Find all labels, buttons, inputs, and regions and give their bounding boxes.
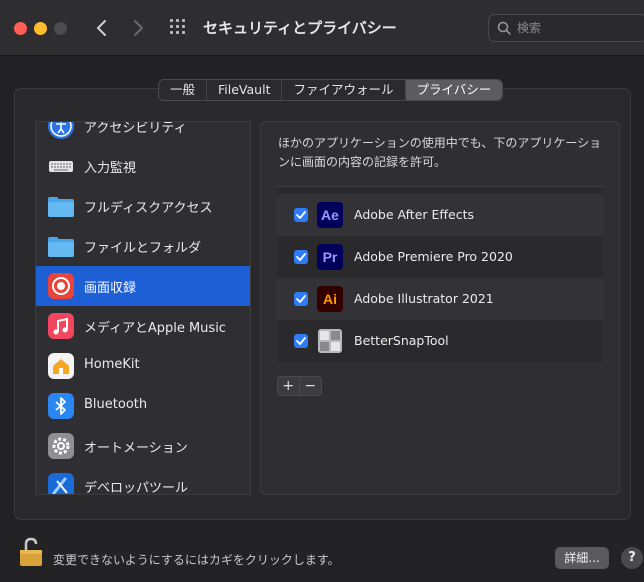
folder-icon	[48, 197, 74, 217]
help-button[interactable]: ?	[621, 547, 643, 569]
sidebar-item-full-disk-access[interactable]: フルディスクアクセス	[36, 186, 250, 226]
tab-firewall[interactable]: ファイアウォール	[282, 80, 406, 100]
folder-icon	[48, 237, 74, 257]
bettersnaptool-icon	[318, 329, 342, 353]
sidebar-item-label: デベロッパツール	[84, 481, 189, 495]
title-bar: セキュリティとプライバシー	[0, 0, 644, 56]
lock-instruction-text: 変更できないようにするにはカギをクリックします。	[53, 553, 340, 567]
sidebar-item-label: メディアとApple Music	[84, 321, 226, 336]
tab-privacy[interactable]: プライバシー	[405, 80, 503, 100]
sidebar-item-developer-tools[interactable]: デベロッパツール	[36, 466, 250, 495]
sidebar-item-homekit[interactable]: HomeKit	[36, 346, 250, 386]
remove-app-button[interactable]: −	[300, 377, 321, 395]
show-all-grid-button[interactable]	[170, 19, 189, 38]
bluetooth-icon	[48, 393, 74, 419]
app-name: Adobe Premiere Pro 2020	[354, 249, 513, 264]
back-button[interactable]	[91, 16, 113, 40]
close-window-button[interactable]	[14, 22, 27, 35]
premiere-pro-icon: Pr	[317, 244, 343, 270]
screen-record-icon	[48, 273, 74, 299]
illustrator-icon: Ai	[317, 286, 343, 312]
sidebar-item-files-and-folders[interactable]: ファイルとフォルダ	[36, 226, 250, 266]
sidebar-item-label: アクセシビリティ	[84, 121, 187, 136]
checkmark-icon	[296, 295, 306, 303]
permission-description: ほかのアプリケーションの使用中でも、下のアプリケーションに画面の内容の記録を許可…	[278, 136, 602, 169]
after-effects-icon: Ae	[317, 202, 343, 228]
accessibility-icon	[48, 122, 74, 139]
chevron-left-icon	[97, 20, 106, 36]
sidebar-item-media-apple-music[interactable]: メディアとApple Music	[36, 306, 250, 346]
search-input[interactable]	[517, 19, 637, 37]
sidebar-item-screen-recording[interactable]: 画面収録	[36, 266, 250, 306]
tab-filevault[interactable]: FileVault	[207, 80, 283, 100]
app-permission-checkbox[interactable]	[294, 250, 308, 264]
app-permission-list[interactable]: Ae Adobe After Effects Pr Adobe Premiere…	[277, 186, 603, 362]
add-remove-control: + −	[277, 376, 322, 396]
tab-general[interactable]: 一般	[159, 80, 208, 100]
home-icon	[48, 353, 74, 379]
minimize-window-button[interactable]	[34, 22, 47, 35]
zoom-window-button[interactable]	[54, 22, 67, 35]
add-app-button[interactable]: +	[278, 377, 300, 395]
app-name: BetterSnapTool	[354, 333, 449, 348]
privacy-category-list[interactable]: アクセシビリティ 入力監視 フルディスクアクセス ファイルとフォルダ 画面収録 …	[35, 121, 251, 495]
gear-icon	[48, 433, 74, 459]
app-permission-checkbox[interactable]	[294, 292, 308, 306]
sidebar-item-bluetooth[interactable]: Bluetooth	[36, 386, 250, 426]
xcode-icon	[48, 473, 74, 494]
details-button[interactable]: 詳細...	[555, 547, 609, 569]
sidebar-item-accessibility[interactable]: アクセシビリティ	[36, 121, 250, 146]
sidebar-item-label: 画面収録	[84, 281, 137, 296]
window-title: セキュリティとプライバシー	[203, 19, 397, 37]
checkmark-icon	[296, 337, 306, 345]
search-icon	[497, 21, 511, 35]
app-row[interactable]: Ai Adobe Illustrator 2021	[277, 278, 603, 320]
app-permission-checkbox[interactable]	[294, 334, 308, 348]
forward-button[interactable]	[127, 16, 149, 40]
sidebar-item-label: 入力監視	[84, 161, 137, 176]
chevron-right-icon	[134, 20, 143, 36]
sidebar-item-automation[interactable]: オートメーション	[36, 426, 250, 466]
keyboard-icon	[49, 161, 73, 172]
sidebar-item-label: ファイルとフォルダ	[84, 241, 202, 256]
app-name: Adobe After Effects	[354, 207, 474, 222]
checkmark-icon	[296, 253, 306, 261]
app-name: Adobe Illustrator 2021	[354, 291, 494, 306]
search-field[interactable]	[488, 14, 644, 42]
segmented-tabs: 一般 FileVault ファイアウォール プライバシー	[158, 79, 504, 101]
sidebar-item-label: Bluetooth	[84, 397, 148, 412]
app-row[interactable]: Pr Adobe Premiere Pro 2020	[277, 236, 603, 278]
app-row[interactable]: BetterSnapTool	[277, 320, 603, 362]
sidebar-item-label: HomeKit	[84, 357, 140, 372]
music-icon	[48, 313, 74, 339]
checkmark-icon	[296, 211, 306, 219]
lock-icon[interactable]	[19, 537, 43, 567]
sidebar-item-input-monitoring[interactable]: 入力監視	[36, 146, 250, 186]
app-row[interactable]: Ae Adobe After Effects	[277, 194, 603, 236]
app-permission-checkbox[interactable]	[294, 208, 308, 222]
sidebar-item-label: オートメーション	[84, 441, 188, 456]
sidebar-item-label: フルディスクアクセス	[84, 201, 213, 216]
